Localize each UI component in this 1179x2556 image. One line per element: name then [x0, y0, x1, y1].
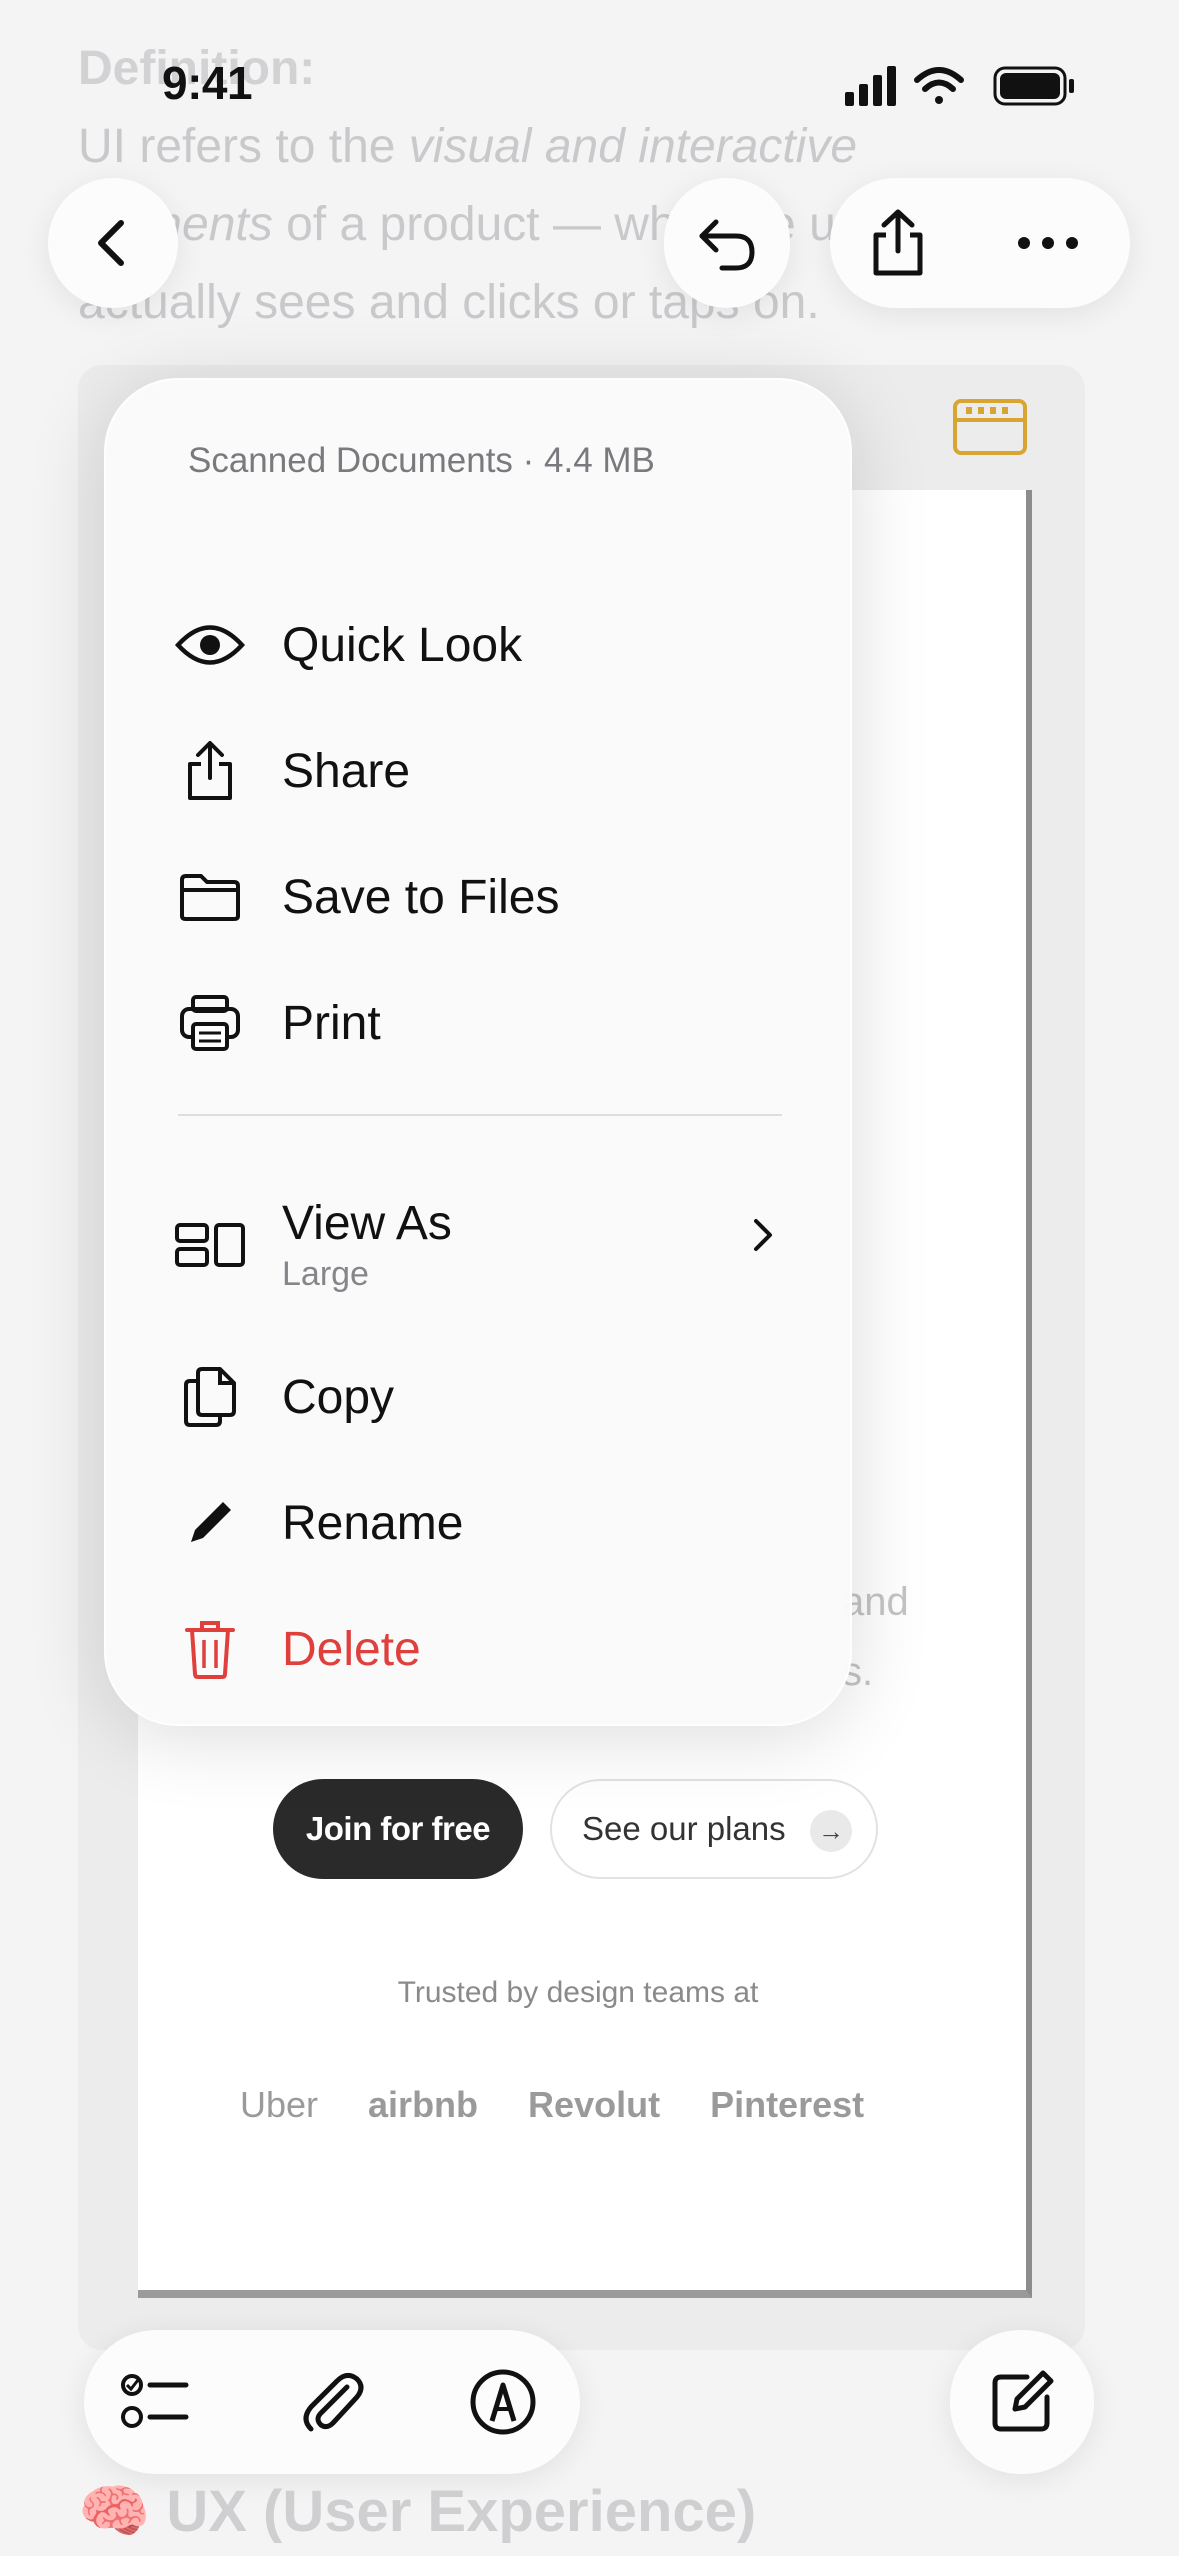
menu-item-label: Share: [282, 744, 411, 798]
eye-icon: [172, 607, 248, 683]
see-our-plans-label: See our plans: [582, 1810, 786, 1847]
view-as-icon: [172, 1207, 248, 1283]
menu-item-print[interactable]: Print: [172, 968, 792, 1078]
undo-button[interactable]: [664, 178, 790, 308]
trusted-by-text: Trusted by design teams at: [397, 1976, 759, 2009]
menu-divider: [178, 1114, 782, 1116]
menu-item-label: Delete: [282, 1622, 421, 1676]
ux-heading: 🧠 UX (User Experience): [78, 2479, 757, 2544]
menu-item-label: Print: [282, 996, 381, 1050]
compose-button[interactable]: [950, 2330, 1094, 2474]
compose-icon: [992, 2370, 1054, 2432]
pencil-icon: [172, 1485, 248, 1561]
menu-item-sublabel: Large: [282, 1255, 369, 1293]
chevron-right-icon: [754, 1219, 772, 1251]
menu-header: Scanned Documents · 4.4 MB: [188, 441, 655, 480]
menu-item-label: View As: [282, 1197, 452, 1250]
arrow-right-icon: →: [810, 1810, 852, 1852]
attachment-type-icon: [953, 399, 1027, 455]
trash-icon: [172, 1611, 248, 1687]
ellipsis-icon: [1018, 237, 1078, 249]
logo-uber: Uber: [240, 2084, 319, 2125]
battery-icon: [993, 66, 1074, 106]
join-for-free-button: Join for free: [273, 1779, 523, 1879]
wifi-icon: [914, 67, 964, 104]
menu-item-save-to-files[interactable]: Save to Files: [172, 842, 792, 952]
more-button[interactable]: [1008, 203, 1088, 283]
signal-icon: [845, 66, 896, 106]
toolbar-actions: [830, 178, 1130, 308]
menu-item-quick-look[interactable]: Quick Look: [172, 590, 792, 700]
paperclip-icon[interactable]: [297, 2367, 367, 2437]
attachment-context-menu: Scanned Documents · 4.4 MB Quick Look Sh…: [104, 378, 852, 1726]
menu-item-copy[interactable]: Copy: [172, 1342, 792, 1452]
logo-row: Uber airbnb Revolut Pinterest: [240, 2075, 940, 2135]
logo-pinterest: Pinterest: [710, 2084, 865, 2125]
copy-icon: [172, 1359, 248, 1435]
logo-revolut: Revolut: [528, 2084, 661, 2125]
status-icons: [845, 66, 1074, 106]
folder-icon: [172, 859, 248, 935]
menu-item-label: Save to Files: [282, 870, 560, 924]
doc-text-and: and: [842, 1580, 909, 1624]
checklist-icon[interactable]: [120, 2367, 190, 2437]
note-line-1: UI refers to the visual and interactive: [78, 120, 858, 173]
menu-item-label: Quick Look: [282, 618, 523, 672]
share-button[interactable]: [858, 203, 938, 283]
printer-icon: [172, 985, 248, 1061]
back-button[interactable]: [48, 178, 178, 308]
bottom-tools: [84, 2330, 580, 2474]
menu-item-delete[interactable]: Delete: [172, 1594, 792, 1704]
status-time: 9:41: [162, 57, 253, 109]
undo-icon: [699, 219, 755, 271]
menu-item-rename[interactable]: Rename: [172, 1468, 792, 1578]
share-icon: [873, 209, 923, 276]
menu-item-share[interactable]: Share: [172, 716, 792, 826]
markup-icon[interactable]: [468, 2367, 538, 2437]
menu-item-label: Copy: [282, 1370, 395, 1424]
share-icon: [172, 733, 248, 809]
menu-item-label: Rename: [282, 1496, 464, 1550]
chevron-left-icon: [98, 220, 124, 266]
logo-airbnb: airbnb: [368, 2084, 479, 2125]
menu-item-view-as[interactable]: View As Large: [172, 1180, 792, 1310]
see-our-plans-button: See our plans →: [550, 1779, 878, 1879]
